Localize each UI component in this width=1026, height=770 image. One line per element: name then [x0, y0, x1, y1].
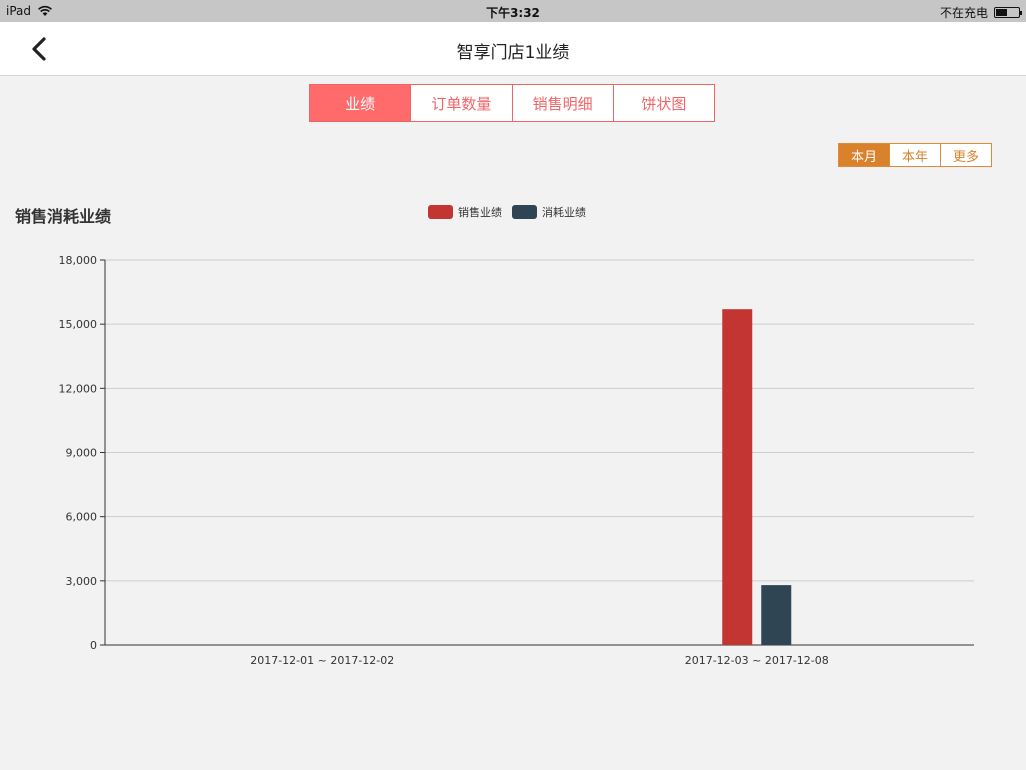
charging-status: 不在充电	[939, 6, 988, 20]
range-more[interactable]: 更多	[941, 144, 991, 166]
legend-item-consumption[interactable]: 消耗业绩	[512, 204, 586, 220]
legend-label-sales: 销售业绩	[458, 206, 502, 219]
y-tick-label: 12,000	[59, 382, 98, 395]
y-tick-label: 3,000	[66, 575, 98, 588]
chart-legend: 销售业绩 消耗业绩	[428, 204, 586, 220]
y-tick-label: 0	[90, 639, 97, 652]
tab-pie-chart[interactable]: 饼状图	[614, 85, 714, 121]
y-tick-label: 9,000	[66, 447, 98, 460]
bar-consumption	[761, 585, 792, 645]
page-title: 智享门店1业绩	[456, 43, 570, 63]
x-tick-label: 2017-12-01 ~ 2017-12-02	[250, 654, 394, 667]
legend-item-sales[interactable]: 销售业绩	[428, 204, 502, 220]
x-tick-label: 2017-12-03 ~ 2017-12-08	[685, 654, 829, 667]
y-tick-label: 6,000	[66, 511, 98, 524]
y-tick-label: 15,000	[59, 318, 98, 331]
battery-level	[996, 9, 1007, 16]
range-tabs: 本月 本年 更多	[838, 143, 992, 167]
chart-title: 销售消耗业绩	[15, 207, 112, 226]
range-this-year[interactable]: 本年	[890, 144, 941, 166]
legend-swatch-sales	[428, 205, 453, 219]
status-time: 下午3:32	[486, 6, 540, 20]
tab-performance[interactable]: 业绩	[310, 85, 412, 121]
range-this-month[interactable]: 本月	[839, 144, 890, 166]
bar-chart: 0 3,000 6,000 9,000 12,000 15,000 18,000 2017-1…	[59, 254, 974, 667]
navigation-bar: 智享门店1业绩	[0, 22, 1026, 76]
view-tabs: 业绩 订单数量 销售明细 饼状图	[309, 84, 715, 122]
bar-sales	[722, 309, 753, 645]
status-bar: iPad 下午3:32 不在充电	[0, 0, 1026, 22]
legend-label-consumption: 消耗业绩	[542, 206, 586, 219]
legend-swatch-consumption	[512, 205, 537, 219]
tab-order-count[interactable]: 订单数量	[411, 85, 513, 121]
battery-icon	[994, 7, 1022, 18]
tab-sales-detail[interactable]: 销售明细	[513, 85, 614, 121]
y-tick-label: 18,000	[59, 254, 98, 267]
